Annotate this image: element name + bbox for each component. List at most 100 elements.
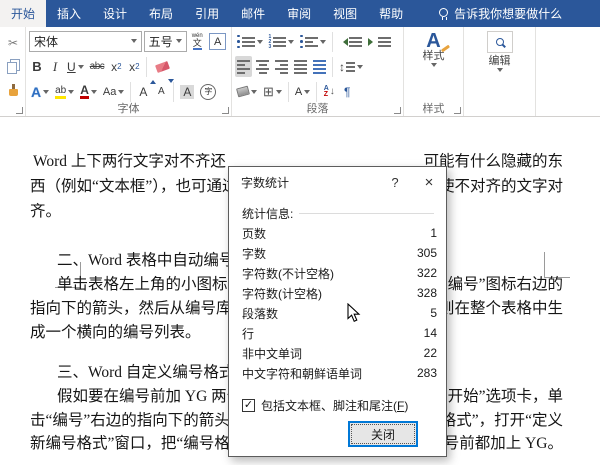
justify-icon <box>294 59 307 74</box>
multilevel-list-button[interactable] <box>298 31 328 52</box>
lightbulb-icon <box>439 7 449 20</box>
tell-me-box[interactable]: 告诉我你想要做什么 <box>428 0 573 27</box>
paragraph-dialog-launcher[interactable] <box>394 107 401 114</box>
phonetic-guide-button[interactable]: wén 文 <box>189 31 205 52</box>
tab-layout[interactable]: 布局 <box>138 0 184 27</box>
tab-home[interactable]: 开始 <box>0 0 47 27</box>
tab-references[interactable]: 引用 <box>184 0 230 27</box>
font-name-value: 宋体 <box>34 35 59 49</box>
numbering-button[interactable]: 123 <box>267 31 297 52</box>
tab-view[interactable]: 视图 <box>322 0 368 27</box>
increase-indent-icon <box>367 36 391 47</box>
font-dialog-launcher[interactable] <box>222 107 229 114</box>
chevron-down-icon <box>288 40 295 47</box>
format-painter-button[interactable] <box>5 80 21 101</box>
font-color-button[interactable]: A <box>78 81 99 102</box>
font-color-icon: A <box>80 83 89 99</box>
borders-button[interactable]: ⊞ <box>261 81 284 102</box>
checkbox-label: 包括文本框、脚注和尾注(F) <box>261 399 409 413</box>
close-button[interactable]: 关闭 <box>348 421 418 447</box>
justify-button[interactable] <box>292 56 309 77</box>
shading-button[interactable] <box>235 81 259 102</box>
clear-formatting-button[interactable] <box>151 56 174 77</box>
styles-dialog-launcher[interactable] <box>454 107 461 114</box>
shrink-font-button[interactable]: A <box>153 79 175 102</box>
tab-help[interactable]: 帮助 <box>368 0 414 27</box>
line-spacing-icon: ↕ <box>339 59 345 74</box>
divider <box>146 56 148 77</box>
enclose-characters-button[interactable]: 字 <box>198 81 218 102</box>
underline-button[interactable]: U <box>65 56 86 77</box>
chevron-down-icon <box>251 90 257 97</box>
chevron-down-icon <box>275 90 282 97</box>
copy-button[interactable] <box>5 56 21 77</box>
group-styles: A 样式 样式 <box>404 27 464 116</box>
increase-indent-button[interactable] <box>366 31 393 52</box>
stat-row-lines: 行 14 <box>242 326 437 341</box>
decrease-indent-icon <box>339 36 362 47</box>
asian-layout-button[interactable]: A <box>293 81 312 102</box>
include-textboxes-checkbox-row[interactable]: ✓ 包括文本框、脚注和尾注(F) <box>242 397 408 414</box>
align-right-button[interactable] <box>273 56 290 77</box>
distribute-button[interactable] <box>311 56 328 77</box>
group-paragraph: 123 ↕ ⊞ A A Z ↓ ¶ 段落 <box>232 27 404 116</box>
chevron-down-icon <box>118 90 125 97</box>
sort-icon: A Z ↓ <box>323 84 335 98</box>
text-effects-button[interactable]: A <box>29 81 51 102</box>
phonetic-guide-icon: wén 文 <box>191 33 203 50</box>
chevron-down-icon <box>90 90 97 97</box>
grow-font-button[interactable]: A <box>135 80 157 102</box>
borders-icon: ⊞ <box>263 84 274 99</box>
strikethrough-button[interactable]: abc <box>88 56 107 77</box>
text-effects-icon: A <box>31 83 42 100</box>
character-border-button[interactable]: A <box>207 31 228 52</box>
line-spacing-button[interactable]: ↕ <box>337 56 365 77</box>
brush-icon <box>440 44 450 53</box>
sort-button[interactable]: A Z ↓ <box>321 81 337 102</box>
help-button[interactable]: ? <box>378 167 412 197</box>
tab-mailings[interactable]: 邮件 <box>230 0 276 27</box>
subscript-button[interactable]: x2 <box>108 56 124 77</box>
stat-row-paragraphs: 段落数 5 <box>242 306 437 321</box>
paragraph-group-label: 段落 <box>306 103 329 115</box>
numbering-icon: 123 <box>269 34 287 49</box>
checkbox-checked-icon[interactable]: ✓ <box>242 399 255 412</box>
divider <box>331 31 333 52</box>
bullets-icon <box>237 34 255 49</box>
decrease-indent-button[interactable] <box>337 31 364 52</box>
bold-button[interactable]: B <box>29 56 45 77</box>
multilevel-list-icon <box>300 34 318 49</box>
align-left-icon <box>237 59 250 74</box>
format-painter-icon <box>8 84 18 96</box>
stat-row-non-chinese-words: 非中文单词 22 <box>242 346 437 361</box>
tab-review[interactable]: 审阅 <box>276 0 322 27</box>
close-icon[interactable]: × <box>412 167 446 197</box>
show-hide-marks-button[interactable]: ¶ <box>339 81 355 102</box>
character-shading-button[interactable]: A <box>178 81 196 102</box>
tab-design[interactable]: 设计 <box>92 0 138 27</box>
divider <box>316 81 318 102</box>
eraser-icon <box>155 60 171 73</box>
font-name-combo[interactable]: 宋体 <box>29 31 142 52</box>
statistics-list: 页数 1 字数 305 字符数(不计空格) 322 字符数(计空格) 328 段落数 5 … <box>242 223 437 383</box>
group-clipboard: ✂ <box>0 27 26 116</box>
bullets-button[interactable] <box>235 31 265 52</box>
superscript-button[interactable]: x2 <box>126 56 142 77</box>
stat-row-chinese-chars: 中文字符和朝鲜语单词 283 <box>242 366 437 381</box>
align-left-button[interactable] <box>235 56 252 77</box>
cut-button[interactable]: ✂ <box>5 32 21 53</box>
styles-button[interactable]: A 样式 <box>407 29 460 72</box>
align-center-button[interactable] <box>254 56 271 77</box>
tab-insert[interactable]: 插入 <box>46 0 92 27</box>
font-size-combo[interactable]: 五号 <box>143 31 188 52</box>
editing-button[interactable]: 编辑 <box>467 29 532 77</box>
clipboard-dialog-launcher[interactable] <box>16 107 23 114</box>
enclose-characters-icon: 字 <box>200 83 217 100</box>
highlight-color-button[interactable]: ab <box>53 81 76 102</box>
stat-row-chars-no-spaces: 字符数(不计空格) 322 <box>242 266 437 281</box>
change-case-button[interactable]: Aa <box>101 81 126 102</box>
italic-button[interactable]: I <box>47 56 63 77</box>
copy-icon <box>6 62 17 74</box>
asian-layout-icon: A <box>294 85 303 98</box>
pilcrow-icon: ¶ <box>344 84 351 99</box>
